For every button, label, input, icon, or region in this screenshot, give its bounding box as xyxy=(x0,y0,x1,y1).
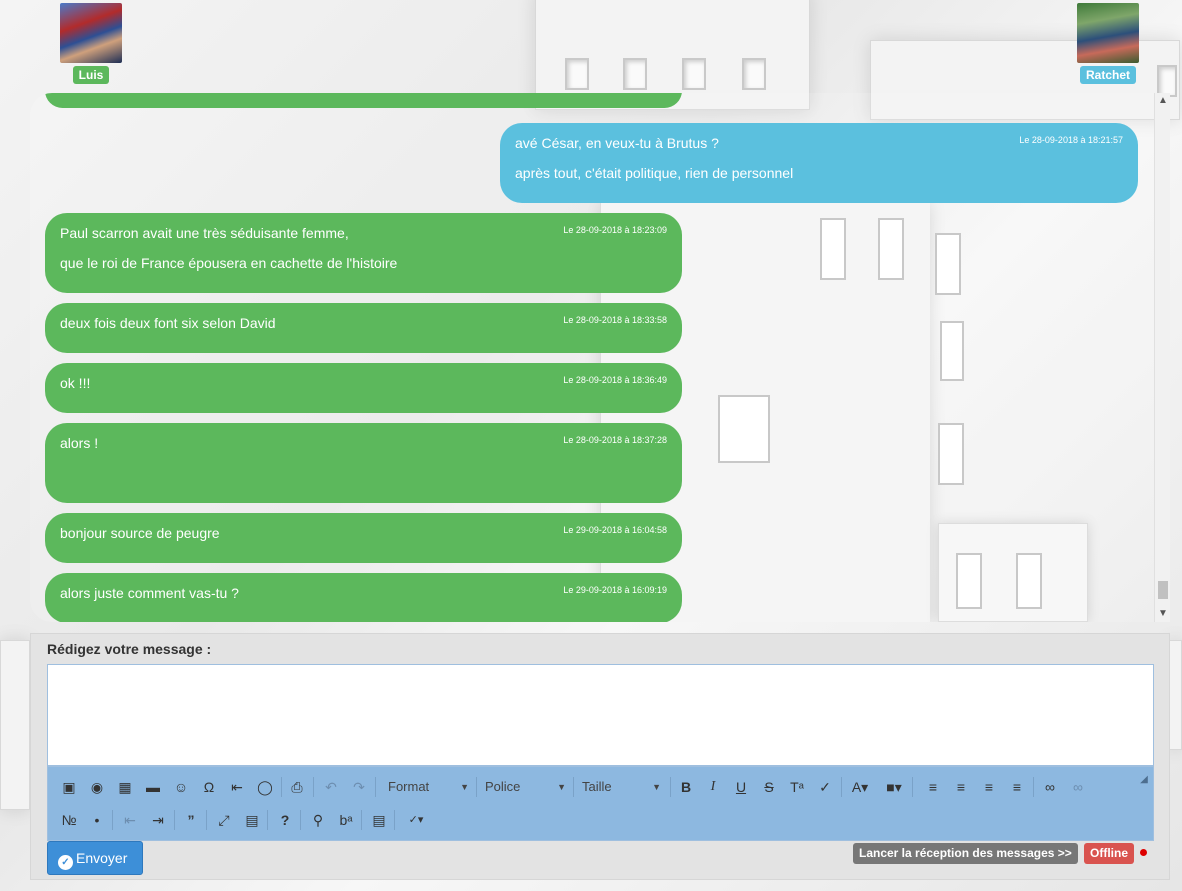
italic-icon[interactable]: I xyxy=(702,776,724,798)
show-blocks-icon[interactable]: ▤ xyxy=(241,809,263,831)
avatar xyxy=(1077,3,1139,63)
text-color-icon[interactable]: A▾ xyxy=(846,776,874,798)
background-window xyxy=(938,423,964,485)
link-icon[interactable]: ∞ xyxy=(1039,776,1061,798)
format-dropdown[interactable]: Format ▼ xyxy=(383,776,473,798)
horizontal-rule-icon[interactable]: ▬ xyxy=(142,776,164,798)
check-circle-icon: ✓ xyxy=(58,855,73,870)
background-window xyxy=(718,395,770,463)
templates-icon[interactable]: ▤ xyxy=(368,809,390,831)
strikethrough-icon[interactable]: S xyxy=(758,776,780,798)
name-tag-luis: Luis xyxy=(72,66,110,84)
message-composer: Rédigez votre message : ▣ ◉ ▦ ▬ ☺ Ω ⇤ ◯ … xyxy=(30,633,1170,880)
table-icon[interactable]: ▦ xyxy=(114,776,136,798)
background-window xyxy=(820,218,846,280)
redo-icon[interactable]: ↷ xyxy=(348,776,370,798)
chat-history[interactable]: avé César, en veux-tu à Brutus ? après t… xyxy=(30,93,1154,622)
avatar-luis: Luis xyxy=(60,3,122,84)
scrollbar-thumb[interactable] xyxy=(1158,581,1168,599)
background-window xyxy=(940,321,964,381)
message-text: après tout, c'était politique, rien de p… xyxy=(515,165,794,181)
maximize-icon[interactable]: ⤢ xyxy=(213,809,235,831)
scroll-down-arrow-icon[interactable]: ▼ xyxy=(1155,606,1171,622)
size-dropdown[interactable]: Taille ▼ xyxy=(577,776,665,798)
editor-toolbar: ▣ ◉ ▦ ▬ ☺ Ω ⇤ ◯ ⎙ ↶ ↷ Format ▼ Police ▼ Ta… xyxy=(47,766,1154,841)
print-icon[interactable]: ⎙ xyxy=(286,776,308,798)
underline-icon[interactable]: U xyxy=(730,776,752,798)
align-left-icon[interactable]: ≡ xyxy=(922,776,944,798)
blockquote-icon[interactable]: ” xyxy=(180,809,202,831)
indent-icon[interactable]: ⇥ xyxy=(147,809,169,831)
name-tag-ratchet: Ratchet xyxy=(1079,66,1136,84)
spellcheck-icon[interactable]: ✓▾ xyxy=(402,809,430,831)
special-char-icon[interactable]: Ω xyxy=(198,776,220,798)
font-dropdown[interactable]: Police ▼ xyxy=(480,776,570,798)
justify-icon[interactable]: ≡ xyxy=(1006,776,1028,798)
message-timestamp: Le 29-09-2018 à 16:04:58 xyxy=(563,525,667,535)
message-timestamp: Le 28-09-2018 à 18:21:57 xyxy=(1019,135,1123,145)
paint-brush-icon[interactable]: ✓ xyxy=(814,776,836,798)
align-center-icon[interactable]: ≡ xyxy=(950,776,972,798)
format-dropdown-label: Format xyxy=(388,779,430,794)
composer-label: Rédigez votre message : xyxy=(47,641,212,657)
send-button-label: Envoyer xyxy=(76,850,128,866)
bullet-list-icon[interactable]: • xyxy=(86,809,108,831)
remove-format-icon[interactable]: Tᵃ xyxy=(786,776,808,798)
message-bubble-left: deux fois deux font six selon David Le 2… xyxy=(45,303,682,353)
background-window xyxy=(935,233,961,295)
message-bubble-left: alors juste comment vas-tu ? Le 29-09-20… xyxy=(45,573,682,622)
send-button[interactable]: ✓ Envoyer xyxy=(47,841,143,875)
message-timestamp: Le 29-09-2018 à 16:09:19 xyxy=(563,585,667,595)
page-break-icon[interactable]: ⇤ xyxy=(226,776,248,798)
chat-scrollbar[interactable]: ▲ ▼ xyxy=(1154,93,1170,622)
message-timestamp: Le 28-09-2018 à 18:37:28 xyxy=(563,435,667,445)
numbered-list-icon[interactable]: № xyxy=(58,809,80,831)
launch-receive-button[interactable]: Lancer la réception des messages >> xyxy=(853,843,1078,864)
message-timestamp: Le 28-09-2018 à 18:33:58 xyxy=(563,315,667,325)
message-bubble-left: ok !!! Le 28-09-2018 à 18:36:49 xyxy=(45,363,682,413)
avatar-ratchet: Ratchet xyxy=(1077,3,1139,84)
message-bubble-left: Paul scarron avait une très séduisante f… xyxy=(45,213,682,293)
message-bubble-left: alors ! Le 28-09-2018 à 18:37:28 xyxy=(45,423,682,503)
avatar xyxy=(60,3,122,63)
message-timestamp: Le 28-09-2018 à 18:23:09 xyxy=(563,225,667,235)
message-timestamp: Le 28-09-2018 à 18:36:49 xyxy=(563,375,667,385)
background-window xyxy=(956,553,982,609)
bold-icon[interactable]: B xyxy=(675,776,697,798)
undo-icon[interactable]: ↶ xyxy=(320,776,342,798)
chevron-down-icon: ▼ xyxy=(652,782,661,792)
scroll-up-arrow-icon[interactable]: ▲ xyxy=(1155,93,1171,109)
message-editor[interactable] xyxy=(47,664,1154,766)
replace-icon[interactable]: bᵃ xyxy=(335,809,357,831)
background-window xyxy=(1016,553,1042,609)
unlink-icon[interactable]: ∞ xyxy=(1067,776,1089,798)
message-bubble-partial xyxy=(45,93,682,108)
status-badge: Offline xyxy=(1084,843,1134,864)
status-dot-icon xyxy=(1140,849,1147,856)
outdent-icon[interactable]: ⇤ xyxy=(119,809,141,831)
size-dropdown-label: Taille xyxy=(582,779,612,794)
find-icon[interactable]: ⚲ xyxy=(307,809,329,831)
smiley-icon[interactable]: ☺ xyxy=(170,776,192,798)
message-text: que le roi de France épousera en cachett… xyxy=(60,255,398,271)
message-bubble-left: bonjour source de peugre Le 29-09-2018 à… xyxy=(45,513,682,563)
background-color-icon[interactable]: ■▾ xyxy=(880,776,908,798)
collapse-toolbar-icon[interactable]: ◢ xyxy=(1133,769,1155,791)
chevron-down-icon: ▼ xyxy=(460,782,469,792)
flash-icon[interactable]: ◉ xyxy=(86,776,108,798)
help-icon[interactable]: ? xyxy=(274,809,296,831)
image-icon[interactable]: ▣ xyxy=(58,776,80,798)
font-dropdown-label: Police xyxy=(485,779,521,794)
message-bubble-right: avé César, en veux-tu à Brutus ? après t… xyxy=(500,123,1138,203)
background-window xyxy=(878,218,904,280)
chevron-down-icon: ▼ xyxy=(557,782,566,792)
iframe-icon[interactable]: ◯ xyxy=(254,776,276,798)
align-right-icon[interactable]: ≡ xyxy=(978,776,1000,798)
